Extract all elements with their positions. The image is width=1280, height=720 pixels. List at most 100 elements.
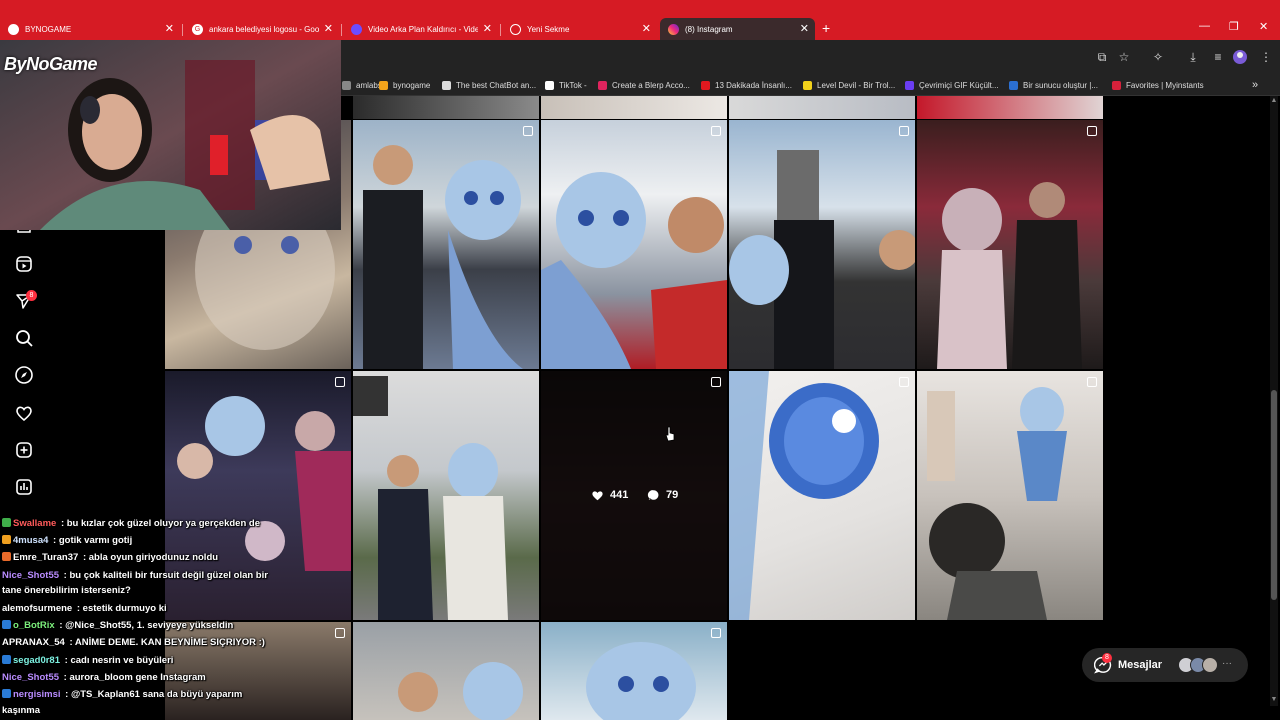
- tab-label: ankara belediyesi logosu - Goo: [209, 24, 319, 34]
- bookmark-item[interactable]: Level Devil - Bir Trol...: [803, 78, 895, 92]
- tab-instagram[interactable]: (8) Instagram ✕: [660, 18, 815, 40]
- tab-google-search[interactable]: G ankara belediyesi logosu - Goo ✕: [184, 18, 339, 40]
- post-thumbnail[interactable]: [917, 96, 1103, 119]
- tab-bynogame[interactable]: BYNOGAME ✕: [0, 18, 180, 40]
- post-thumbnail[interactable]: [165, 371, 351, 620]
- explore-compass-icon[interactable]: [14, 365, 34, 385]
- bookmark-label: The best ChatBot an...: [456, 80, 537, 90]
- tab-close-icon[interactable]: ✕: [483, 22, 492, 35]
- chat-message: o_BotRix : @Nice_Shot55, 1. seviyeye yük…: [2, 620, 233, 631]
- bookmark-favicon-icon: [1112, 80, 1121, 90]
- video-tool-icon: [351, 23, 362, 35]
- chat-text: kaşınma: [2, 705, 41, 716]
- bookmark-item[interactable]: 13 Dakikada İnsanlı...: [701, 78, 792, 92]
- install-app-icon[interactable]: ⧉: [1094, 49, 1110, 65]
- search-icon[interactable]: [14, 328, 34, 348]
- google-icon: G: [192, 23, 203, 35]
- chat-username: Nice_Shot55: [2, 672, 60, 683]
- bookmark-favicon-icon: [905, 80, 914, 90]
- post-thumbnail[interactable]: [353, 371, 539, 620]
- bookmark-item[interactable]: amlabs: [342, 78, 382, 92]
- carousel-post-icon: [1087, 126, 1097, 136]
- more-options-icon[interactable]: ···: [1222, 658, 1232, 669]
- chat-username: segad0r81: [13, 655, 61, 666]
- bookmark-item[interactable]: TikTok -: [545, 78, 587, 92]
- chat-text: tane önerebilirim isterseniz?: [2, 585, 131, 596]
- post-thumbnail[interactable]: [353, 622, 539, 720]
- mouse-cursor-hand-icon: [665, 426, 675, 442]
- post-thumbnail-hovered[interactable]: 441 79: [541, 371, 727, 620]
- tab-close-icon[interactable]: ✕: [165, 22, 174, 35]
- post-thumbnail[interactable]: [541, 96, 727, 119]
- download-icon[interactable]: ⤓: [1185, 49, 1201, 65]
- post-thumbnail[interactable]: [729, 96, 915, 119]
- chat-username: APRANAX_54: [2, 637, 65, 648]
- media-control-icon[interactable]: ≡: [1210, 49, 1226, 65]
- hover-overlay: [541, 371, 727, 620]
- bookmark-item[interactable]: Çevrimiçi GIF Küçült...: [905, 78, 999, 92]
- chat-text: : bu kızlar çok güzel oluyor ya gerçekde…: [58, 518, 260, 529]
- tab-new-tab[interactable]: Yeni Sekme ✕: [502, 18, 657, 40]
- new-tab-button[interactable]: +: [822, 20, 830, 36]
- bookmark-label: Bir sunucu oluştur |...: [1023, 80, 1098, 90]
- bookmark-item[interactable]: Create a Blerp Acco...: [598, 78, 690, 92]
- streamer-webcam-overlay: ByNoGame: [0, 40, 341, 230]
- tab-close-icon[interactable]: ✕: [800, 22, 809, 35]
- bynogame-logo: ByNoGame: [4, 54, 98, 74]
- reels-icon[interactable]: [14, 254, 34, 274]
- tab-label: Yeni Sekme: [527, 24, 570, 34]
- create-post-icon[interactable]: [14, 440, 34, 460]
- tab-close-icon[interactable]: ✕: [642, 22, 651, 35]
- post-thumbnail[interactable]: [541, 622, 727, 720]
- chat-text: : bu çok kaliteli bir fursuit değil güze…: [61, 570, 268, 581]
- heart-notifications-icon[interactable]: [14, 403, 34, 423]
- bookmark-label: Favorites | Myinstants: [1126, 80, 1204, 90]
- scroll-up-arrow-icon[interactable]: ▲: [1270, 97, 1278, 107]
- bookmark-star-icon[interactable]: ☆: [1116, 49, 1132, 65]
- close-window-button[interactable]: ✕: [1259, 20, 1268, 33]
- post-thumbnail[interactable]: [917, 371, 1103, 620]
- restore-button[interactable]: ❐: [1229, 20, 1239, 33]
- post-thumbnail[interactable]: [729, 120, 915, 369]
- fursuit-photo-illustration: [177, 396, 351, 571]
- bookmarks-overflow-button[interactable]: »: [1252, 78, 1258, 92]
- messages-dock[interactable]: 8 Mesajlar ···: [1082, 648, 1248, 682]
- tab-label: (8) Instagram: [685, 24, 733, 34]
- bookmark-favicon-icon: [1009, 80, 1018, 90]
- screen: BYNOGAME ✕ G ankara belediyesi logosu - …: [0, 0, 1280, 720]
- bookmark-favicon-icon: [342, 80, 351, 90]
- post-thumbnail[interactable]: [353, 96, 539, 119]
- extensions-icon[interactable]: ✧: [1150, 49, 1166, 65]
- post-thumbnail[interactable]: [541, 120, 727, 369]
- bookmark-favicon-icon: [701, 80, 710, 90]
- fursuit-photo-illustration: [927, 387, 1067, 620]
- menu-kebab-icon[interactable]: ⋮: [1258, 49, 1274, 65]
- chat-username: o_BotRix: [13, 620, 55, 631]
- tab-close-icon[interactable]: ✕: [324, 22, 333, 35]
- chat-username: Swallame: [13, 518, 57, 529]
- bookmark-item[interactable]: Favorites | Myinstants: [1112, 78, 1204, 92]
- tab-video-background-remover[interactable]: Video Arka Plan Kaldırıcı - Vide ✕: [343, 18, 498, 40]
- bookmark-item[interactable]: bynogame: [379, 78, 430, 92]
- post-thumbnail[interactable]: [729, 371, 915, 620]
- scroll-down-arrow-icon[interactable]: ▼: [1270, 696, 1278, 706]
- chat-username: nergisimsi: [13, 689, 61, 700]
- chat-username: Nice_Shot55: [2, 570, 60, 581]
- chat-username: alemofsurmene: [2, 603, 73, 614]
- scrollbar-thumb[interactable]: [1271, 390, 1277, 600]
- post-thumbnail[interactable]: [353, 120, 539, 369]
- post-thumbnail[interactable]: [917, 120, 1103, 369]
- bookmark-item[interactable]: Bir sunucu oluştur |...: [1009, 78, 1098, 92]
- dashboard-icon[interactable]: [14, 477, 34, 497]
- chat-text: : gotik varmı gotij: [50, 535, 133, 546]
- profile-avatar-icon[interactable]: [1232, 49, 1248, 65]
- notification-count-badge: 8: [26, 290, 37, 301]
- carousel-post-icon: [899, 126, 909, 136]
- bookmark-item[interactable]: The best ChatBot an...: [442, 78, 536, 92]
- minimize-button[interactable]: —: [1199, 20, 1210, 32]
- chat-badge-icon: [2, 655, 11, 664]
- messages-label: Mesajlar: [1118, 659, 1163, 671]
- comment-bubble-icon: [647, 490, 659, 500]
- bookmark-label: bynogame: [393, 80, 431, 90]
- bookmark-label: Level Devil - Bir Trol...: [817, 80, 896, 90]
